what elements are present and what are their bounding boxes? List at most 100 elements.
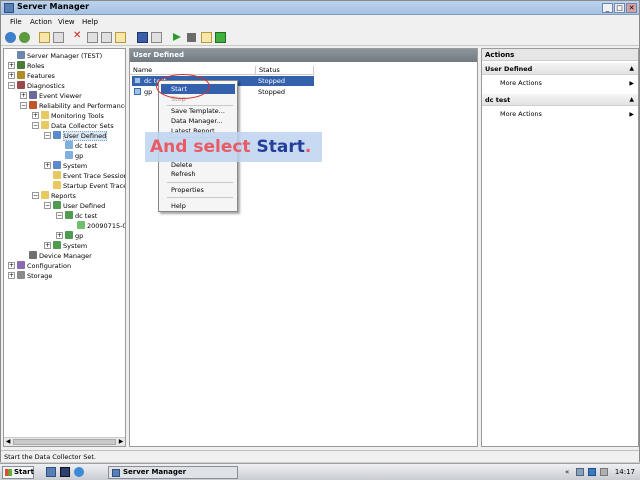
minimize-button[interactable]: _ — [602, 3, 613, 13]
close-button[interactable]: ✕ — [626, 3, 637, 13]
navigation-tree[interactable]: + Storage + Configuration Device Manager + Sys… — [3, 48, 126, 447]
tree-node-label: User Defined — [63, 202, 106, 210]
tree-node[interactable]: + System — [44, 161, 87, 171]
action-center-icon[interactable] — [588, 468, 596, 476]
collapse-icon[interactable]: − — [20, 102, 27, 109]
tree-node-label: Storage — [27, 272, 53, 280]
menu-view[interactable]: View — [58, 18, 75, 26]
collapse-up-icon[interactable]: ▲ — [629, 63, 634, 75]
tree-node[interactable]: + Configuration — [8, 261, 71, 271]
scroll-left-icon[interactable]: ◀ — [4, 438, 12, 446]
forward-icon[interactable] — [19, 32, 30, 43]
expand-icon[interactable]: + — [44, 242, 51, 249]
tree-node[interactable]: + Event Viewer — [20, 91, 82, 101]
tree-node[interactable]: + Roles — [8, 61, 44, 71]
collapse-icon[interactable]: − — [56, 212, 63, 219]
collapse-icon[interactable]: − — [44, 202, 51, 209]
menu-file[interactable]: File — [10, 18, 22, 26]
expand-icon[interactable]: + — [32, 112, 39, 119]
properties-icon[interactable] — [87, 32, 98, 43]
actions-section-user-defined[interactable]: User Defined ▲ — [482, 63, 638, 75]
menu-help[interactable]: Help — [82, 18, 98, 26]
expand-icon[interactable]: + — [8, 72, 15, 79]
column-header-status[interactable]: Status — [256, 66, 314, 75]
up-folder-icon[interactable] — [39, 32, 50, 43]
expand-icon[interactable]: + — [8, 262, 15, 269]
tree-node[interactable]: Event Trace Sessions — [44, 171, 125, 181]
menu-item-refresh[interactable]: Refresh — [161, 169, 235, 179]
tree-node[interactable]: − Diagnostics — [8, 81, 65, 91]
actions-section-dc-test[interactable]: dc test ▲ — [482, 94, 638, 106]
actions-pane: Actions User Defined ▲ More Actions ▶ dc… — [481, 48, 639, 447]
show-hide-tree-icon[interactable] — [53, 32, 64, 43]
menu-item-data-manager[interactable]: Data Manager... — [161, 116, 235, 126]
scroll-right-icon[interactable]: ▶ — [117, 438, 125, 446]
taskbar-server-manager-button[interactable]: Server Manager — [108, 466, 238, 479]
expand-icon[interactable]: + — [56, 232, 63, 239]
menu-item-properties[interactable]: Properties — [161, 185, 235, 195]
expand-icon[interactable]: + — [20, 92, 27, 99]
back-icon[interactable] — [5, 32, 16, 43]
caption-part-2: Start — [256, 137, 305, 157]
column-header-name[interactable]: Name — [130, 66, 256, 75]
menu-bar: File Action View Help — [1, 16, 639, 28]
help-icon[interactable] — [137, 32, 148, 43]
tree-node[interactable]: + gp — [56, 231, 83, 241]
tree-node[interactable]: Startup Event Trace Sessions — [44, 181, 125, 191]
tree-node[interactable]: Device Manager — [20, 251, 92, 261]
windows-logo-icon — [5, 469, 12, 476]
scroll-thumb[interactable] — [13, 439, 116, 445]
set-icon — [65, 151, 73, 159]
tray-expand-icon[interactable]: « — [565, 468, 573, 476]
tree-node[interactable]: + Storage — [8, 271, 52, 281]
tree-node[interactable]: − Data Collector Sets — [32, 121, 114, 131]
start-icon[interactable] — [171, 32, 182, 43]
tree-node[interactable]: + Features — [8, 71, 55, 81]
expand-icon[interactable]: + — [8, 272, 15, 279]
powershell-quicklaunch-icon[interactable] — [60, 467, 70, 477]
collapse-icon[interactable]: − — [32, 122, 39, 129]
action-pane-icon[interactable] — [151, 32, 162, 43]
tree-node[interactable]: − User Defined — [44, 201, 105, 211]
tutorial-caption: And select Start. — [145, 132, 322, 162]
tree-node[interactable]: − User Defined — [44, 131, 108, 141]
delete-icon[interactable] — [73, 30, 84, 43]
clock[interactable]: 14:17 — [615, 466, 635, 479]
tree-node[interactable]: Server Manager (TEST) — [8, 51, 102, 61]
menu-item-save-template[interactable]: Save Template... — [161, 106, 235, 116]
collapse-up-icon[interactable]: ▲ — [629, 94, 634, 106]
network-icon[interactable] — [576, 468, 584, 476]
action-more-actions[interactable]: More Actions ▶ — [482, 109, 638, 120]
tree-node[interactable]: − Reports — [32, 191, 76, 201]
tree-node-label: gp — [75, 152, 84, 160]
tree-node[interactable]: + Monitoring Tools — [32, 111, 104, 121]
start-button[interactable]: Start — [2, 466, 34, 479]
export-list-icon[interactable] — [115, 32, 126, 43]
tree-node[interactable]: gp — [56, 151, 83, 161]
tree-node[interactable]: dc test — [56, 141, 97, 151]
volume-icon[interactable] — [600, 468, 608, 476]
menu-action[interactable]: Action — [30, 18, 52, 26]
tree-node-label: gp — [75, 232, 84, 240]
tree-node[interactable]: − dc test — [56, 211, 97, 221]
menu-item-help[interactable]: Help — [161, 201, 235, 211]
collapse-icon[interactable]: − — [8, 82, 15, 89]
stop-icon[interactable] — [187, 33, 196, 42]
latest-report-icon[interactable] — [215, 32, 226, 43]
new-collector-icon[interactable] — [201, 32, 212, 43]
action-more-actions[interactable]: More Actions ▶ — [482, 78, 638, 89]
title-bar[interactable]: Server Manager _ □ ✕ — [1, 1, 639, 15]
server-manager-quicklaunch-icon[interactable] — [46, 467, 56, 477]
internet-explorer-icon[interactable] — [74, 467, 84, 477]
tree-horizontal-scrollbar[interactable]: ◀ ▶ — [4, 437, 125, 446]
expand-icon[interactable]: + — [44, 162, 51, 169]
folder-icon — [41, 191, 49, 199]
tree-node[interactable]: 20090715-0001 — [68, 221, 125, 231]
collapse-icon[interactable]: − — [44, 132, 51, 139]
tree-node[interactable]: + System — [44, 241, 87, 251]
collapse-icon[interactable]: − — [32, 192, 39, 199]
expand-icon[interactable]: + — [8, 62, 15, 69]
maximize-button[interactable]: □ — [614, 3, 625, 13]
refresh-icon[interactable] — [101, 32, 112, 43]
tree-node[interactable]: − Reliability and Performance — [20, 101, 125, 111]
